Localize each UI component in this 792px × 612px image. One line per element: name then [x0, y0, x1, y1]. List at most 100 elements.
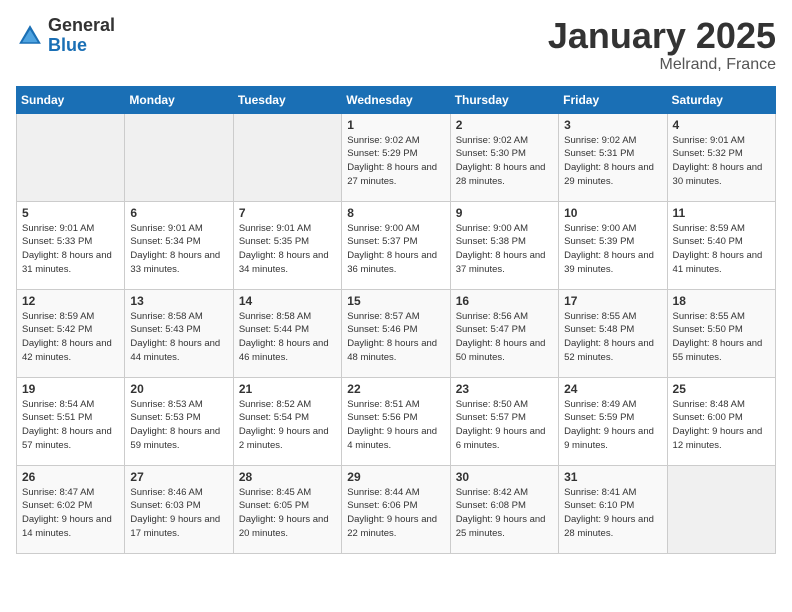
calendar-cell — [233, 113, 341, 201]
calendar-body: 1Sunrise: 9:02 AMSunset: 5:29 PMDaylight… — [17, 113, 776, 553]
day-header-sunday: Sunday — [17, 86, 125, 113]
cell-info: Sunrise: 9:00 AMSunset: 5:39 PMDaylight:… — [564, 222, 661, 277]
day-number: 18 — [673, 294, 770, 308]
cell-info-line: Sunset: 5:46 PM — [347, 324, 417, 335]
calendar-header: SundayMondayTuesdayWednesdayThursdayFrid… — [17, 86, 776, 113]
cell-info-line: Daylight: 9 hours and 22 minutes. — [347, 514, 437, 539]
cell-info: Sunrise: 8:45 AMSunset: 6:05 PMDaylight:… — [239, 486, 336, 541]
calendar-cell: 17 Sunrise: 8:55 AM Sunset: 5:48 PM Dayligh… — [559, 289, 667, 377]
cell-info-line: Sunset: 5:43 PM — [130, 324, 200, 335]
day-number: 22 — [347, 382, 444, 396]
calendar-cell: 14Sunrise: 8:58 AMSunset: 5:44 PMDayligh… — [233, 289, 341, 377]
day-number: 1 — [347, 118, 444, 132]
logo-icon — [16, 22, 44, 50]
header-row: SundayMondayTuesdayWednesdayThursdayFrid… — [17, 86, 776, 113]
cell-info-line: Sunrise: 8:47 AM — [22, 487, 94, 498]
cell-info-line: Daylight: 8 hours and 33 minutes. — [130, 250, 220, 275]
calendar-cell: 10Sunrise: 9:00 AMSunset: 5:39 PMDayligh… — [559, 201, 667, 289]
cell-info-line: Sunrise: 8:54 AM — [22, 399, 94, 410]
cell-info-line: Daylight: 8 hours and 41 minutes. — [673, 250, 763, 275]
cell-info-line: Sunset: 5:30 PM — [456, 148, 526, 159]
calendar-cell: 2Sunrise: 9:02 AMSunset: 5:30 PMDaylight… — [450, 113, 558, 201]
logo: General Blue — [16, 16, 115, 56]
week-row-1: 1Sunrise: 9:02 AMSunset: 5:29 PMDaylight… — [17, 113, 776, 201]
cell-info-line: Daylight: 9 hours and 25 minutes. — [456, 514, 546, 539]
cell-info-line: Daylight: 8 hours and 36 minutes. — [347, 250, 437, 275]
day-number: 8 — [347, 206, 444, 220]
day-number: 17 — [564, 294, 661, 308]
cell-info-line: Sunrise: 9:02 AM — [347, 135, 419, 146]
cell-info-line: Sunrise: 8:55 AM — [564, 311, 636, 322]
cell-info-line: Daylight: 8 hours and 29 minutes. — [564, 162, 654, 187]
cell-info-line: Sunrise: 8:46 AM — [130, 487, 202, 498]
cell-info-line: Daylight: 9 hours and 14 minutes. — [22, 514, 112, 539]
cell-info-line: Sunset: 6:03 PM — [130, 500, 200, 511]
calendar-cell: 22Sunrise: 8:51 AMSunset: 5:56 PMDayligh… — [342, 377, 450, 465]
cell-info-line: Sunrise: 8:52 AM — [239, 399, 311, 410]
cell-info-line: Daylight: 8 hours and 27 minutes. — [347, 162, 437, 187]
day-header-wednesday: Wednesday — [342, 86, 450, 113]
cell-info-line: Sunrise: 8:44 AM — [347, 487, 419, 498]
cell-info-line: Sunrise: 8:51 AM — [347, 399, 419, 410]
cell-info-line: Sunset: 5:40 PM — [673, 236, 743, 247]
cell-info: Sunrise: 9:01 AMSunset: 5:35 PMDaylight:… — [239, 222, 336, 277]
day-number: 19 — [22, 382, 119, 396]
cell-info: Sunrise: 8:44 AM Sunset: 6:06 PM Daylight:… — [347, 486, 444, 541]
cell-info: Sunrise: 9:01 AMSunset: 5:34 PMDaylight:… — [130, 222, 227, 277]
cell-info-line: Daylight: 8 hours and 44 minutes. — [130, 338, 220, 363]
cell-info-line: Sunset: 6:10 PM — [564, 500, 634, 511]
cell-info-line: Daylight: 9 hours and 28 minutes. — [564, 514, 654, 539]
cell-info: Sunrise: 8:46 AMSunset: 6:03 PMDaylight:… — [130, 486, 227, 541]
week-row-4: 19Sunrise: 8:54 AMSunset: 5:51 PMDayligh… — [17, 377, 776, 465]
day-number: 23 — [456, 382, 553, 396]
day-number: 28 — [239, 470, 336, 484]
cell-info-line: Daylight: 8 hours and 55 minutes. — [673, 338, 763, 363]
cell-info-line: Daylight: 8 hours and 31 minutes. — [22, 250, 112, 275]
cell-info: Sunrise: 8:55 AMSunset: 5:50 PMDaylight:… — [673, 310, 770, 365]
day-header-saturday: Saturday — [667, 86, 775, 113]
cell-info-line: Sunset: 6:00 PM — [673, 412, 743, 423]
calendar-cell: 5Sunrise: 9:01 AMSunset: 5:33 PMDaylight… — [17, 201, 125, 289]
cell-info-line: Sunrise: 8:57 AM — [347, 311, 419, 322]
calendar-cell: 6Sunrise: 9:01 AMSunset: 5:34 PMDaylight… — [125, 201, 233, 289]
title-block: January 2025 Melrand, France — [548, 16, 776, 74]
day-number: 31 — [564, 470, 661, 484]
cell-info-line: Sunrise: 9:01 AM — [130, 223, 202, 234]
calendar-cell: 9Sunrise: 9:00 AMSunset: 5:38 PMDaylight… — [450, 201, 558, 289]
cell-info-line: Sunset: 5:44 PM — [239, 324, 309, 335]
cell-info-line: Sunset: 6:06 PM — [347, 500, 417, 511]
cell-info: Sunrise: 8:58 AMSunset: 5:44 PMDaylight:… — [239, 310, 336, 365]
cell-info-line: Sunrise: 8:55 AM — [673, 311, 745, 322]
calendar-cell: 27Sunrise: 8:46 AMSunset: 6:03 PMDayligh… — [125, 465, 233, 553]
cell-info-line: Daylight: 9 hours and 2 minutes. — [239, 426, 329, 451]
cell-info-line: Sunset: 6:02 PM — [22, 500, 92, 511]
day-header-tuesday: Tuesday — [233, 86, 341, 113]
calendar-cell: 12Sunrise: 8:59 AMSunset: 5:42 PMDayligh… — [17, 289, 125, 377]
cell-info: Sunrise: 8:59 AMSunset: 5:42 PMDaylight:… — [22, 310, 119, 365]
cell-info-line: Daylight: 8 hours and 48 minutes. — [347, 338, 437, 363]
day-number: 24 — [564, 382, 661, 396]
calendar-cell — [17, 113, 125, 201]
cell-info-line: Sunrise: 8:42 AM — [456, 487, 528, 498]
week-row-5: 26Sunrise: 8:47 AMSunset: 6:02 PMDayligh… — [17, 465, 776, 553]
day-number: 4 — [673, 118, 770, 132]
cell-info-line: Daylight: 8 hours and 42 minutes. — [22, 338, 112, 363]
cell-info-line: Sunrise: 8:59 AM — [673, 223, 745, 234]
calendar-cell: 29Sunrise: 8:44 AMSunset: 6:06 PMDayligh… — [342, 465, 450, 553]
location-subtitle: Melrand, France — [548, 56, 776, 74]
calendar-cell: 4Sunrise: 9:01 AMSunset: 5:32 PMDaylight… — [667, 113, 775, 201]
cell-info-line: Sunset: 5:48 PM — [564, 324, 634, 335]
cell-info-line: Daylight: 8 hours and 57 minutes. — [22, 426, 112, 451]
calendar-cell: 15 Sunrise: 8:57 AM Sunset: 5:46 PM Dayligh… — [342, 289, 450, 377]
cell-info-line: Daylight: 8 hours and 50 minutes. — [456, 338, 546, 363]
cell-info-line: Sunrise: 9:00 AM — [456, 223, 528, 234]
day-number: 15 — [347, 294, 444, 308]
cell-info-line: Sunset: 5:35 PM — [239, 236, 309, 247]
cell-info-line: Daylight: 8 hours and 52 minutes. — [564, 338, 654, 363]
cell-info-line: Daylight: 8 hours and 30 minutes. — [673, 162, 763, 187]
calendar-cell: 30Sunrise: 8:42 AMSunset: 6:08 PMDayligh… — [450, 465, 558, 553]
cell-info-line: Sunrise: 9:00 AM — [347, 223, 419, 234]
logo-text: General Blue — [48, 16, 115, 56]
cell-info-line: Sunrise: 9:02 AM — [564, 135, 636, 146]
cell-info-line: Sunrise: 8:45 AM — [239, 487, 311, 498]
